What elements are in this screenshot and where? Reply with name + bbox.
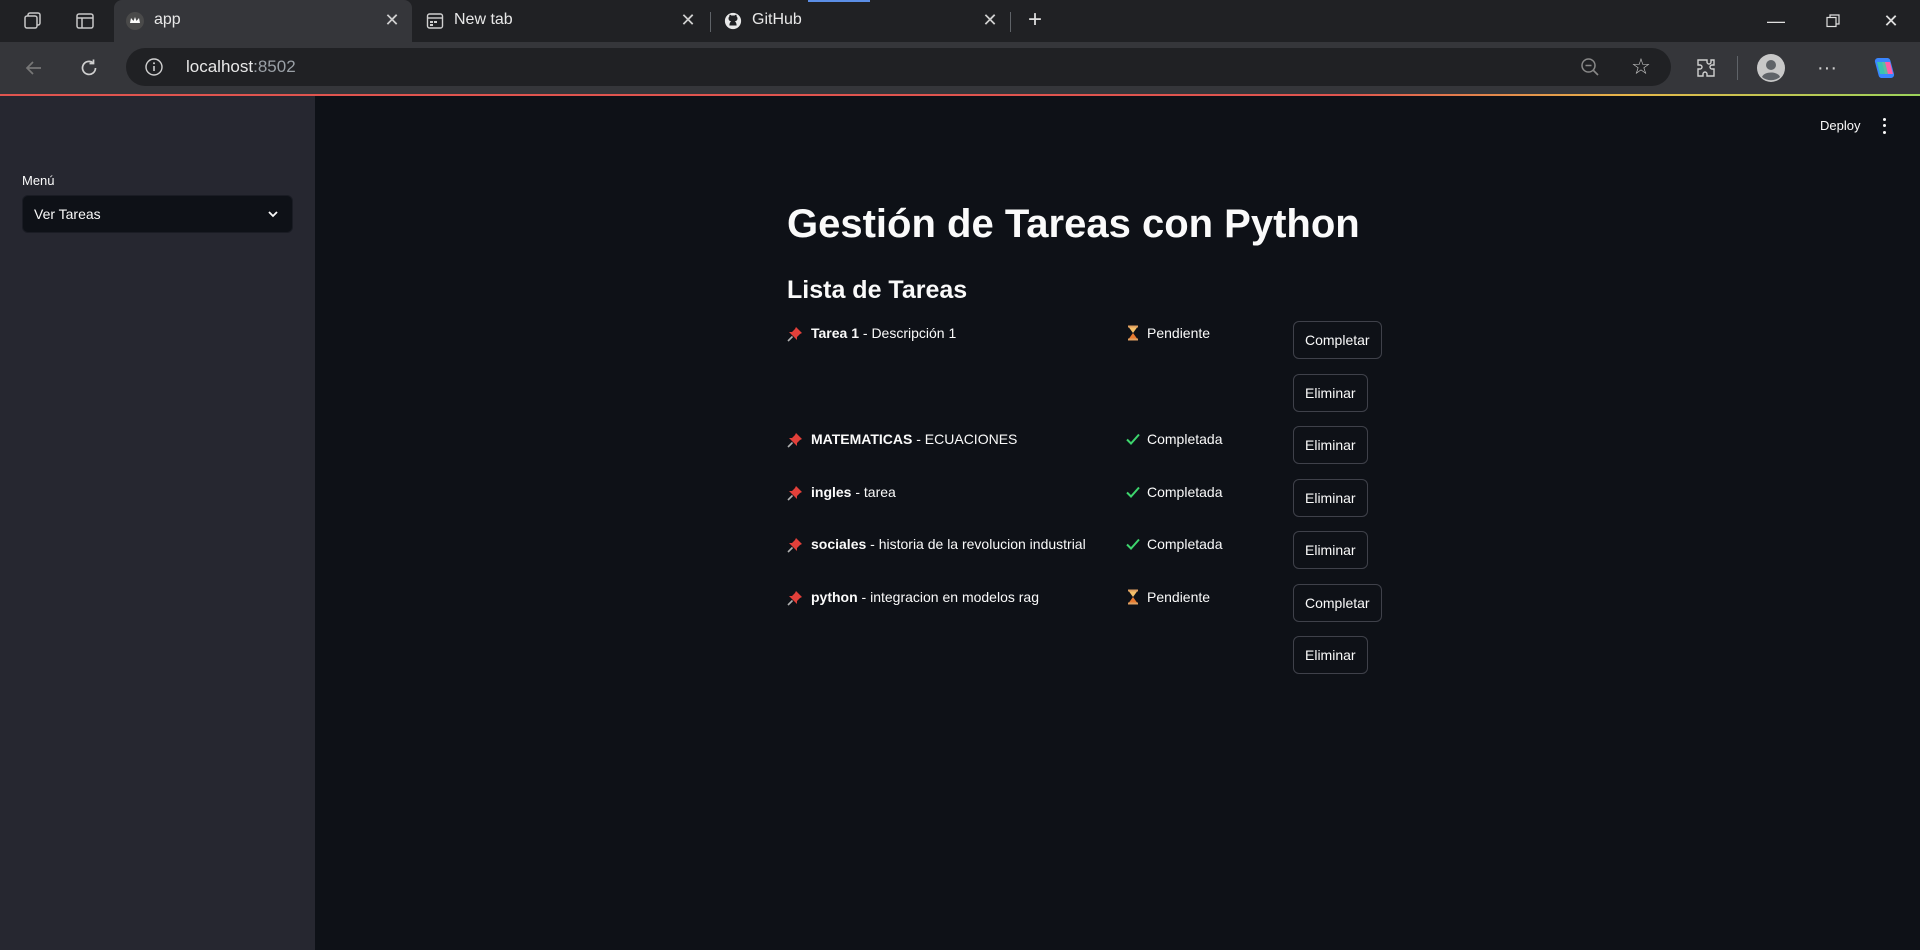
tab-label: GitHub	[752, 11, 802, 28]
pushpin-icon	[787, 537, 803, 553]
complete-task-button[interactable]: Completar	[1293, 321, 1382, 359]
chevron-down-icon	[266, 207, 280, 221]
back-icon[interactable]	[20, 54, 48, 82]
pushpin-icon	[787, 326, 803, 342]
browser-tab-strip: app ✕ New tab ✕ GitHub ✕ + — ✕	[0, 0, 1920, 42]
deploy-button[interactable]: Deploy	[1820, 118, 1860, 133]
vertical-tabs-icon[interactable]	[72, 8, 98, 34]
task-status-label: Completada	[1147, 484, 1223, 500]
menu-selected-value: Ver Tareas	[34, 206, 101, 222]
profile-avatar-icon[interactable]	[1755, 52, 1787, 84]
task-text: ingles - tarea	[811, 484, 896, 500]
task-status-label: Pendiente	[1147, 325, 1211, 341]
reload-icon[interactable]	[75, 54, 103, 82]
delete-task-button[interactable]: Eliminar	[1293, 636, 1368, 674]
close-tab-icon[interactable]: ✕	[382, 10, 402, 30]
minimize-icon[interactable]: —	[1763, 8, 1789, 34]
streamlit-favicon-icon	[126, 12, 144, 30]
task-description: - integracion en modelos rag	[857, 589, 1039, 605]
task-status: Completada	[1125, 536, 1223, 552]
url-host: localhost	[186, 57, 254, 76]
task-description: - tarea	[851, 484, 896, 500]
tab-separator	[1010, 12, 1011, 32]
tab-new-tab[interactable]: New tab ✕	[414, 0, 708, 42]
task-text: Tarea 1 - Descripción 1	[811, 325, 956, 341]
checkmark-icon	[1125, 536, 1141, 552]
delete-task-button[interactable]: Eliminar	[1293, 479, 1368, 517]
url-text: localhost:8502	[186, 57, 296, 77]
task-name: python	[811, 589, 858, 605]
complete-task-button[interactable]: Completar	[1293, 584, 1382, 622]
task-name: Tarea 1	[811, 325, 859, 341]
zoom-out-icon[interactable]	[1579, 56, 1601, 78]
address-bar[interactable]: localhost:8502 ☆	[126, 48, 1671, 86]
task-status-label: Completada	[1147, 536, 1223, 552]
url-port: :8502	[253, 57, 296, 76]
pushpin-icon	[787, 432, 803, 448]
new-tab-icon	[426, 12, 444, 30]
close-window-icon[interactable]: ✕	[1878, 8, 1904, 34]
delete-task-button[interactable]: Eliminar	[1293, 426, 1368, 464]
task-text: MATEMATICAS - ECUACIONES	[811, 431, 1017, 447]
task-description: - historia de la revolucion industrial	[866, 536, 1086, 552]
sidebar: Menú Ver Tareas	[0, 96, 315, 950]
task-status: Completada	[1125, 484, 1223, 500]
hourglass-icon	[1125, 589, 1141, 605]
task-name: ingles	[811, 484, 852, 500]
restore-icon[interactable]	[1820, 8, 1846, 34]
browser-toolbar: localhost:8502 ☆ ···	[0, 42, 1920, 94]
section-title: Lista de Tareas	[787, 276, 968, 304]
task-status: Pendiente	[1125, 325, 1210, 341]
task-name: MATEMATICAS	[811, 431, 913, 447]
delete-task-button[interactable]: Eliminar	[1293, 531, 1368, 569]
task-text: python - integracion en modelos rag	[811, 589, 1039, 605]
tab-app[interactable]: app ✕	[114, 0, 412, 42]
page-title: Gestión de Tareas con Python	[787, 202, 1360, 246]
hourglass-icon	[1125, 325, 1141, 341]
task-text: sociales - historia de la revolucion ind…	[811, 536, 1086, 552]
tab-drag-indicator	[808, 0, 870, 2]
main-menu-kebab-icon[interactable]	[1876, 116, 1892, 136]
new-tab-button[interactable]: +	[1022, 8, 1048, 34]
menu-label: Menú	[22, 173, 55, 188]
pushpin-icon	[787, 590, 803, 606]
toolbar-separator	[1737, 56, 1738, 80]
task-status-label: Pendiente	[1147, 589, 1211, 605]
task-description: - ECUACIONES	[912, 431, 1018, 447]
workspaces-icon[interactable]	[20, 8, 46, 34]
pushpin-icon	[787, 485, 803, 501]
delete-task-button[interactable]: Eliminar	[1293, 374, 1368, 412]
extensions-icon[interactable]	[1692, 54, 1720, 82]
tab-separator	[710, 12, 711, 32]
favorite-star-icon[interactable]: ☆	[1629, 55, 1653, 79]
copilot-icon[interactable]	[1870, 54, 1898, 82]
site-info-icon[interactable]	[144, 57, 164, 77]
checkmark-icon	[1125, 431, 1141, 447]
tab-label: app	[154, 11, 181, 28]
tab-github[interactable]: GitHub ✕	[712, 0, 1010, 42]
tab-label: New tab	[454, 11, 513, 28]
task-status: Pendiente	[1125, 589, 1210, 605]
task-status-label: Completada	[1147, 431, 1223, 447]
checkmark-icon	[1125, 484, 1141, 500]
task-status: Completada	[1125, 431, 1223, 447]
close-tab-icon[interactable]: ✕	[980, 10, 1000, 30]
close-tab-icon[interactable]: ✕	[678, 10, 698, 30]
menu-select[interactable]: Ver Tareas	[22, 195, 293, 233]
task-description: - Descripción 1	[859, 325, 957, 341]
task-name: sociales	[811, 536, 867, 552]
github-icon	[724, 12, 742, 30]
more-options-icon[interactable]: ···	[1813, 54, 1841, 82]
